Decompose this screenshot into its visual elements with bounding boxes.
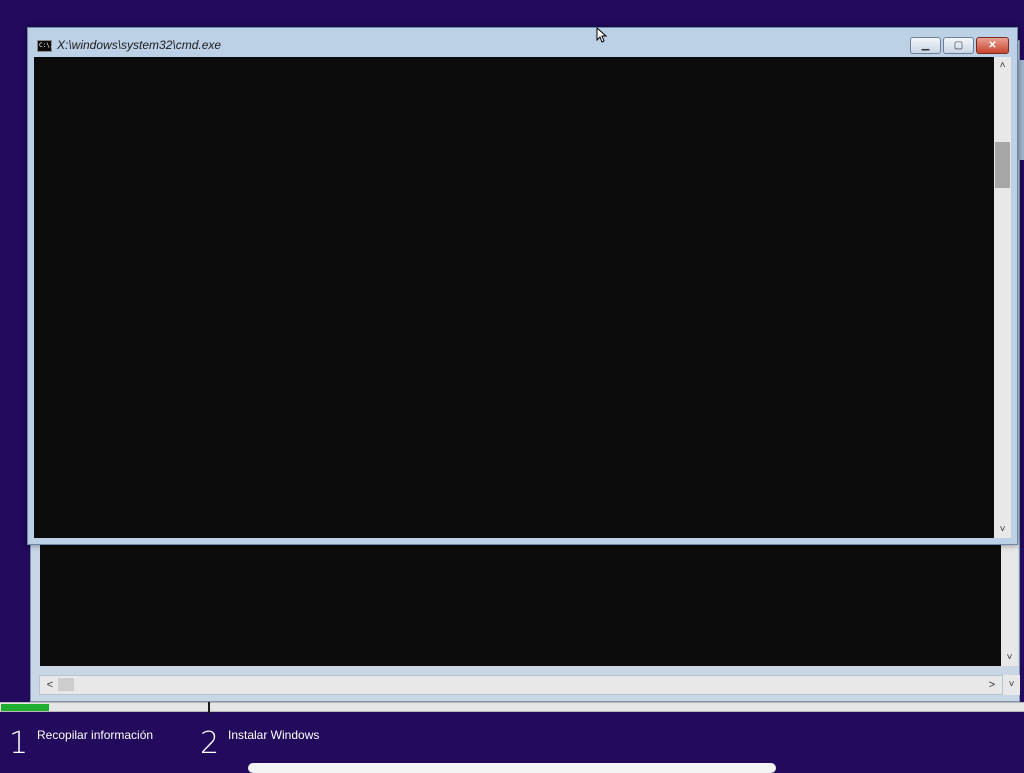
minimize-icon: ▁ [921,40,930,51]
step-2-label: Instalar Windows [228,728,320,742]
close-icon: ✕ [988,40,997,51]
scroll-down-icon[interactable]: ˅ [1001,649,1018,666]
step-2-number: 2 [200,726,220,761]
scroll-thumb[interactable] [995,142,1010,188]
cmd-window[interactable]: C:\. X:\windows\system32\cmd.exe ▁ ▢ ✕ ˄… [27,27,1018,545]
scroll-right-icon[interactable]: > [984,676,1000,694]
step-1-number: 1 [9,726,29,761]
scroll-corner-chevron-icon[interactable]: ˅ [1003,675,1020,695]
maximize-icon: ▢ [953,40,964,51]
title-bar[interactable]: C:\. X:\windows\system32\cmd.exe ▁ ▢ ✕ [28,28,1017,57]
mouse-cursor-icon [596,27,608,43]
step-1-label: Recopilar información [37,728,154,742]
console-area[interactable] [34,57,994,538]
background-horizontal-scrollbar[interactable]: < > [39,675,1003,695]
window-title: X:\windows\system32\cmd.exe [57,38,222,52]
scroll-down-icon[interactable]: ˅ [994,521,1011,538]
close-button[interactable]: ✕ [976,37,1009,54]
scroll-left-icon[interactable]: < [42,676,58,694]
minimize-button[interactable]: ▁ [910,37,941,54]
background-console-area [40,541,1001,666]
setup-progress-fill [1,704,50,711]
vertical-scrollbar[interactable]: ˄ ˅ [994,57,1011,538]
background-vertical-scrollbar[interactable]: ˅ [1001,541,1018,666]
maximize-button[interactable]: ▢ [943,37,974,54]
scroll-up-icon[interactable]: ˄ [994,57,1011,74]
cmd-app-icon: C:\. [37,40,53,52]
window-edge [1017,60,1024,160]
setup-progress-bar [0,702,1024,712]
progress-step-divider [208,702,210,714]
bottom-panel [248,763,776,773]
scroll-thumb[interactable] [58,678,74,691]
